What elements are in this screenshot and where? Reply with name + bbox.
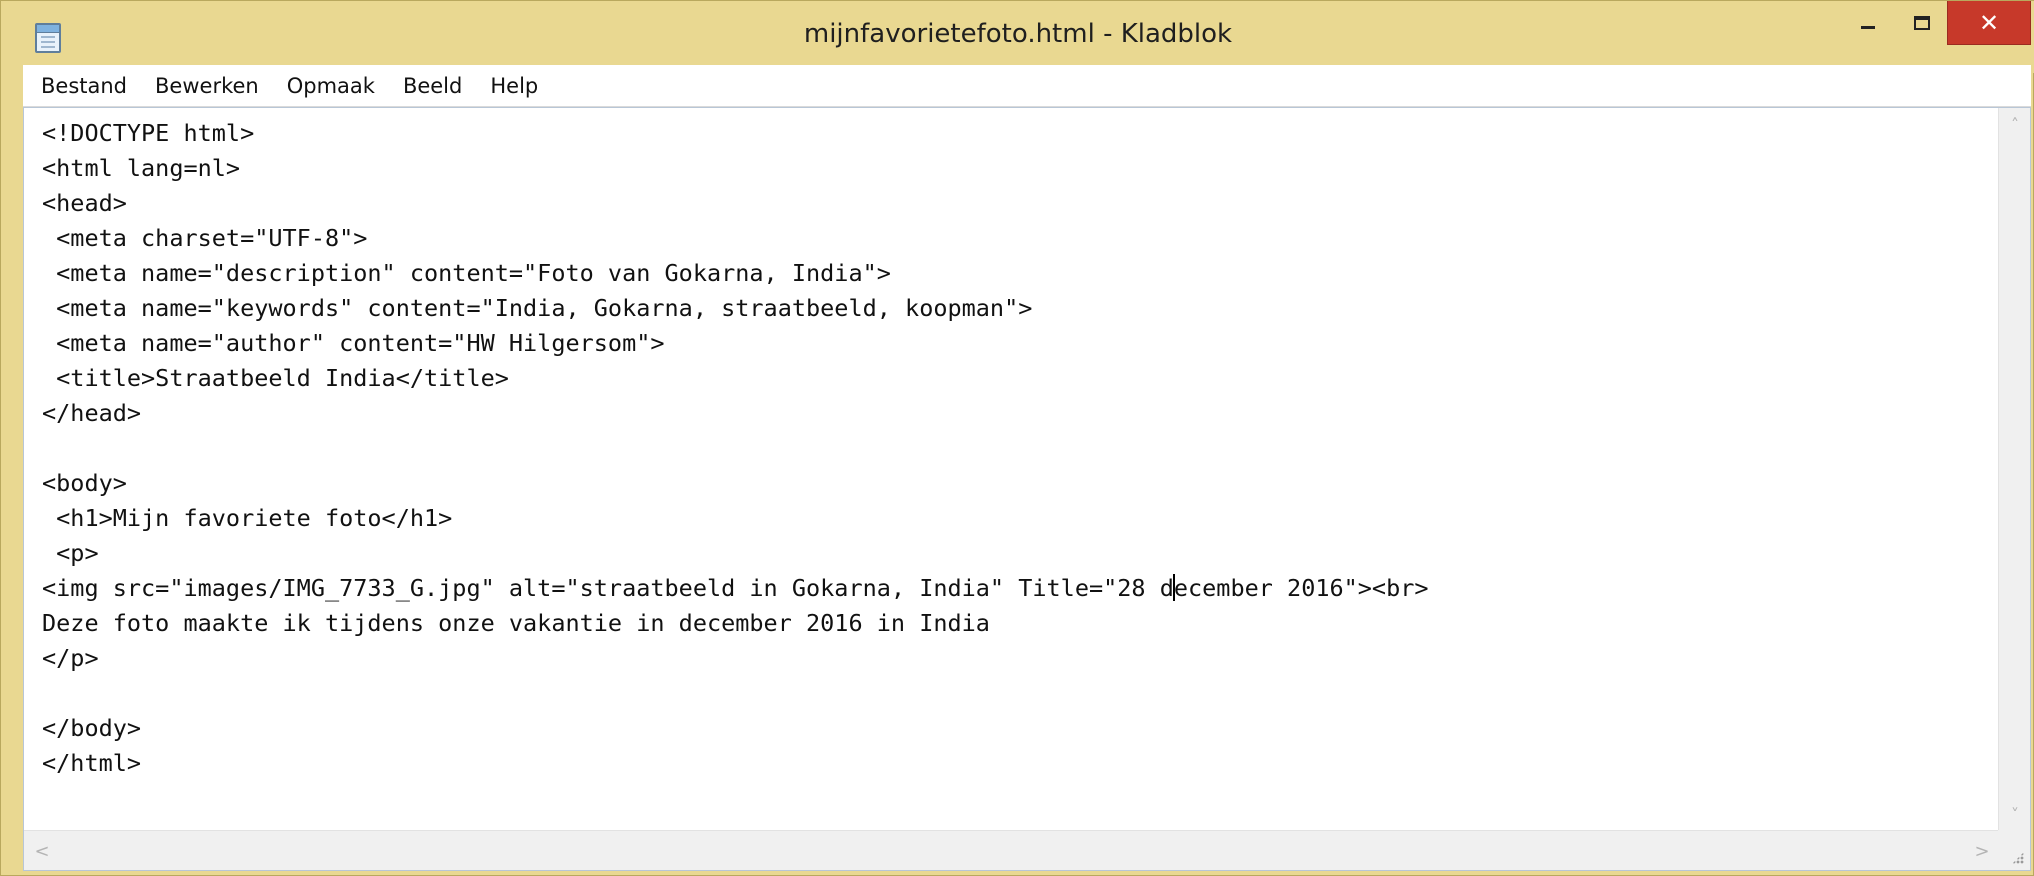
- code-line: <!DOCTYPE html>: [42, 119, 255, 147]
- menu-item-bewerken[interactable]: Bewerken: [155, 70, 259, 102]
- scroll-right-arrow-icon[interactable]: >: [1964, 831, 2000, 871]
- code-line: </html>: [42, 749, 142, 777]
- menu-item-opmaak[interactable]: Opmaak: [287, 70, 375, 102]
- code-line: </head>: [42, 399, 142, 427]
- close-icon: ✕: [1978, 8, 2000, 37]
- menu-item-beeld[interactable]: Beeld: [403, 70, 462, 102]
- minimize-button[interactable]: [1839, 1, 1897, 45]
- code-line: </body>: [42, 714, 142, 742]
- code-line: <meta name="author" content="HW Hilgerso…: [42, 329, 665, 357]
- maximize-icon: [1914, 16, 1930, 30]
- code-line: <img src="images/IMG_7733_G.jpg" alt="st…: [42, 571, 2000, 606]
- close-button[interactable]: ✕: [1947, 1, 2031, 45]
- text-editor[interactable]: <!DOCTYPE html> <html lang=nl> <head> <met…: [23, 107, 2031, 871]
- vertical-scrollbar[interactable]: ˄ ˅: [1998, 108, 2030, 830]
- menu-item-help[interactable]: Help: [490, 70, 538, 102]
- size-grip[interactable]: [1998, 830, 2030, 870]
- code-line-text: <img src="images/IMG_7733_G.jpg" alt="st…: [42, 574, 1174, 602]
- code-line-text: ecember 2016"><br>: [1173, 574, 1429, 602]
- scroll-up-arrow-icon[interactable]: ˄: [1999, 108, 2031, 140]
- title-bar[interactable]: mijnfavorietefoto.html - Kladblok ✕: [1, 1, 2034, 73]
- maximize-button[interactable]: [1897, 1, 1947, 45]
- minimize-icon: [1861, 25, 1875, 29]
- window-title: mijnfavorietefoto.html - Kladblok: [803, 19, 1233, 49]
- code-line: <meta name="keywords" content="India, Go…: [42, 294, 1033, 322]
- scroll-down-arrow-icon[interactable]: ˅: [1999, 798, 2031, 830]
- code-line: <meta charset="UTF-8">: [42, 224, 368, 252]
- code-line: <body>: [42, 469, 127, 497]
- horizontal-scrollbar[interactable]: < >: [24, 830, 2000, 870]
- menu-bar: Bestand Bewerken Opmaak Beeld Help: [23, 65, 2031, 107]
- scroll-left-arrow-icon[interactable]: <: [24, 831, 60, 871]
- text-area[interactable]: <!DOCTYPE html> <html lang=nl> <head> <met…: [24, 108, 2000, 828]
- notepad-window: mijnfavorietefoto.html - Kladblok ✕ Best…: [0, 0, 2034, 876]
- code-line: <head>: [42, 189, 127, 217]
- code-line: <html lang=nl>: [42, 154, 241, 182]
- menu-item-bestand[interactable]: Bestand: [41, 70, 127, 102]
- code-line: <meta name="description" content="Foto v…: [42, 259, 891, 287]
- code-line: <p>: [42, 539, 99, 567]
- code-line: Deze foto maakte ik tijdens onze vakanti…: [42, 609, 990, 637]
- code-line: <h1>Mijn favoriete foto</h1>: [42, 504, 453, 532]
- code-line: <title>Straatbeeld India</title>: [42, 364, 509, 392]
- code-line: </p>: [42, 644, 99, 672]
